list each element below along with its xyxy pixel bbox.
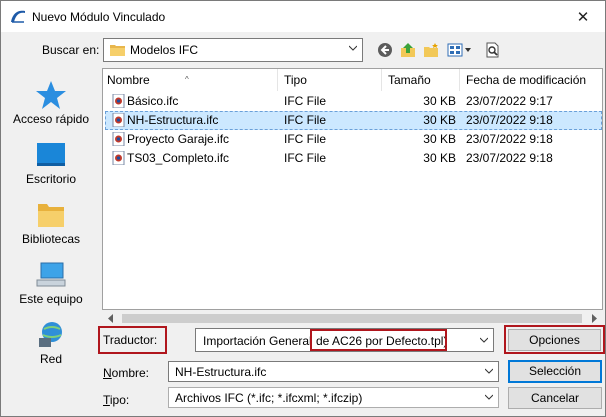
places-bar: Acceso rápido Escritorio Bibliotecas Est…	[4, 68, 98, 376]
filename-label: Nombre:	[103, 366, 150, 380]
title-bar: Nuevo Módulo Vinculado ✕	[1, 1, 605, 32]
close-button[interactable]: ✕	[561, 1, 605, 32]
scrollbar-thumb[interactable]	[122, 314, 582, 323]
file-name: Proyecto Garaje.ifc	[127, 132, 230, 146]
views-menu-button[interactable]	[446, 41, 472, 59]
translator-label: Traductor:	[103, 333, 158, 347]
new-folder-icon	[424, 43, 438, 57]
place-label: Este equipo	[19, 292, 83, 306]
file-row[interactable]: Proyecto Garaje.ifc IFC File 30 KB 23/07…	[105, 130, 602, 149]
column-header-label: Fecha de modificación	[466, 73, 587, 87]
close-icon: ✕	[576, 8, 590, 26]
file-name: NH-Estructura.ifc	[127, 113, 219, 127]
file-type: IFC File	[284, 151, 326, 165]
column-header-date[interactable]: Fecha de modificación	[460, 69, 602, 91]
place-label: Acceso rápido	[12, 112, 90, 126]
app-icon	[11, 10, 25, 23]
lookin-label: Buscar en:	[42, 43, 100, 57]
column-header-name[interactable]: Nombre ^	[103, 69, 278, 91]
file-date: 23/07/2022 9:18	[466, 113, 553, 127]
scroll-right-icon	[592, 314, 597, 323]
filename-input[interactable]: NH-Estructura.ifc	[168, 361, 499, 382]
options-button-highlight	[504, 325, 605, 354]
file-type: IFC File	[284, 94, 326, 108]
ifc-file-icon	[112, 94, 125, 108]
column-header-type[interactable]: Tipo	[278, 69, 382, 91]
chevron-down-icon	[349, 45, 357, 51]
views-menu-icon	[447, 43, 471, 57]
preview-button[interactable]	[484, 41, 502, 59]
file-size: 30 KB	[423, 151, 456, 165]
computer-icon	[36, 262, 66, 287]
place-libraries[interactable]: Bibliotecas	[4, 194, 98, 254]
up-folder-button[interactable]	[399, 41, 417, 59]
file-name: Básico.ifc	[127, 94, 179, 108]
lookin-dropdown[interactable]: Modelos IFC	[103, 38, 363, 62]
preview-icon	[486, 42, 499, 58]
filetype-value: Archivos IFC (*.ifc; *.ifcxml; *.ifczip)	[175, 391, 363, 405]
file-row[interactable]: Básico.ifc IFC File 30 KB 23/07/2022 9:1…	[105, 92, 602, 111]
file-type: IFC File	[284, 113, 326, 127]
ifc-file-icon	[112, 132, 125, 146]
desktop-icon	[37, 143, 65, 166]
libraries-icon	[38, 204, 64, 227]
place-label: Escritorio	[25, 172, 76, 186]
chevron-down-icon	[485, 368, 493, 374]
filetype-label: Tipo:	[103, 393, 130, 407]
place-this-pc[interactable]: Este equipo	[4, 254, 98, 314]
filetype-dropdown[interactable]: Archivos IFC (*.ifc; *.ifcxml; *.ifczip)	[168, 387, 499, 408]
file-size: 30 KB	[423, 132, 456, 146]
place-label: Red	[39, 352, 62, 366]
select-button[interactable]: Selección	[508, 360, 602, 383]
place-desktop[interactable]: Escritorio	[4, 134, 98, 194]
place-network[interactable]: Red	[4, 314, 98, 374]
column-header-label: Tamaño	[388, 73, 431, 87]
file-date: 23/07/2022 9:18	[466, 132, 553, 146]
window-title: Nuevo Módulo Vinculado	[32, 10, 166, 24]
file-size: 30 KB	[423, 113, 456, 127]
place-label: Bibliotecas	[21, 232, 81, 246]
place-quick-access[interactable]: Acceso rápido	[4, 74, 98, 134]
translator-value-part1: Importación General	[203, 334, 312, 348]
column-header-label: Tipo	[284, 73, 307, 87]
folder-icon	[110, 45, 125, 56]
chevron-down-icon	[480, 337, 488, 343]
ifc-file-icon	[112, 113, 125, 127]
back-button[interactable]	[376, 41, 394, 59]
column-header-size[interactable]: Tamaño	[382, 69, 460, 91]
translator-value-highlight	[310, 329, 447, 351]
file-type: IFC File	[284, 132, 326, 146]
ifc-file-icon	[112, 151, 125, 165]
file-date: 23/07/2022 9:17	[466, 94, 553, 108]
column-header-label: Nombre	[107, 73, 150, 87]
new-folder-button[interactable]	[422, 41, 440, 59]
network-icon	[39, 322, 62, 347]
cancel-button[interactable]: Cancelar	[508, 387, 602, 409]
star-icon	[36, 81, 66, 109]
scroll-left-icon	[108, 314, 113, 323]
file-list[interactable]: Nombre ^ Tipo Tamaño Fecha de modificaci…	[102, 68, 603, 310]
chevron-down-icon	[485, 394, 493, 400]
lookin-value: Modelos IFC	[130, 43, 199, 57]
sort-ascending-icon: ^	[185, 75, 189, 84]
dialog-window: Nuevo Módulo Vinculado ✕ Buscar en: Mode…	[0, 0, 606, 417]
up-folder-icon	[401, 43, 415, 57]
file-size: 30 KB	[423, 94, 456, 108]
file-name: TS03_Completo.ifc	[127, 151, 230, 165]
file-date: 23/07/2022 9:18	[466, 151, 553, 165]
file-row-selected[interactable]: NH-Estructura.ifc IFC File 30 KB 23/07/2…	[105, 111, 602, 130]
back-icon	[378, 43, 392, 57]
file-row[interactable]: TS03_Completo.ifc IFC File 30 KB 23/07/2…	[105, 149, 602, 168]
filename-value: NH-Estructura.ifc	[175, 365, 267, 379]
